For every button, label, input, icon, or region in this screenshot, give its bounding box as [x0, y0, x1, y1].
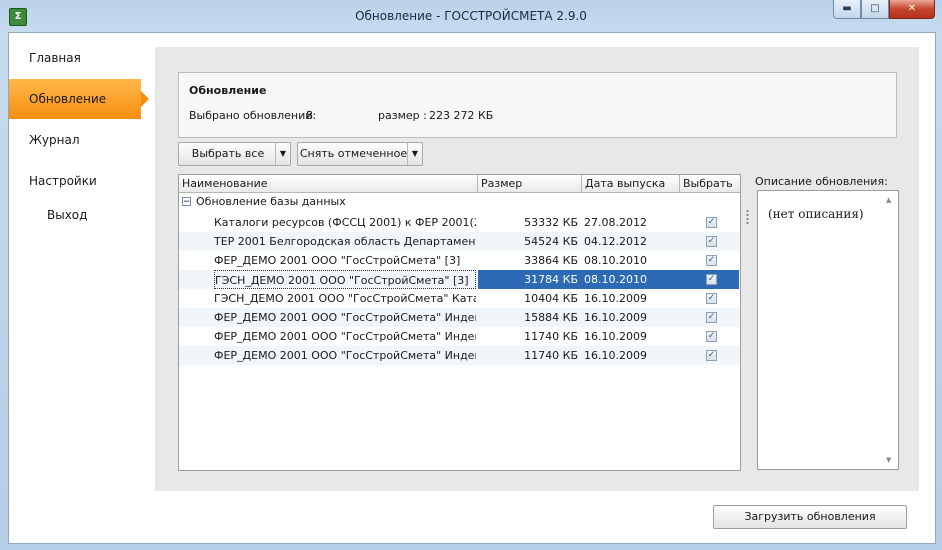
row-name-cell: Каталоги ресурсов (ФССЦ 2001) к ФЕР 2001… — [214, 216, 476, 229]
sidebar-item-settings[interactable]: Настройки — [9, 161, 141, 201]
summary-title: Обновление — [189, 84, 267, 97]
column-size-header[interactable]: Размер — [478, 175, 582, 192]
row-name-cell: ФЕР_ДЕМО 2001 ООО "ГосСтройСмета" Индекс… — [214, 330, 476, 343]
update-summary: Обновление Выбрано обновлений: 8 размер … — [178, 72, 897, 138]
unselect-button[interactable]: Снять отмеченное ▼ — [297, 142, 423, 166]
row-date-cell: 08.10.2010 — [584, 254, 647, 267]
sidebar: Главная Обновление Журнал Настройки Выхо… — [9, 33, 149, 543]
description-scrollbar[interactable]: ▲ ▼ — [885, 192, 897, 468]
update-panel: Обновление Выбрано обновлений: 8 размер … — [155, 47, 919, 491]
row-select-checkbox[interactable]: ✓ — [706, 255, 717, 266]
column-select-header[interactable]: Выбрать — [680, 175, 740, 192]
minimize-button[interactable]: ▬ — [833, 0, 861, 19]
table-row[interactable]: ФЕР_ДЕМО 2001 ООО "ГосСтройСмета" Индекс… — [179, 327, 740, 346]
window-title: Обновление - ГОССТРОЙСМЕТА 2.9.0 — [355, 9, 587, 23]
row-date-cell: 08.10.2010 — [584, 273, 647, 286]
row-select-checkbox[interactable]: ✓ — [706, 217, 717, 228]
row-size-cell: 10404 КБ — [524, 292, 578, 305]
sidebar-item-update[interactable]: Обновление — [9, 79, 149, 119]
row-date-cell: 16.10.2009 — [584, 349, 647, 362]
unselect-dropdown-icon[interactable]: ▼ — [407, 143, 422, 165]
table-row[interactable]: ФЕР_ДЕМО 2001 ООО "ГосСтройСмета" Индекс… — [179, 346, 740, 365]
column-date-header[interactable]: Дата выпуска — [582, 175, 680, 192]
description-box[interactable]: (нет описания) ▲ ▼ — [757, 190, 899, 470]
select-all-button[interactable]: Выбрать все ▼ — [178, 142, 291, 166]
group-row[interactable]: − Обновление базы данных — [179, 193, 740, 210]
unselect-label: Снять отмеченное — [299, 147, 408, 160]
scroll-down-icon[interactable]: ▼ — [886, 456, 891, 464]
row-date-cell: 16.10.2009 — [584, 292, 647, 305]
row-select-checkbox[interactable]: ✓ — [706, 312, 717, 323]
row-size-cell: 11740 КБ — [524, 349, 578, 362]
select-all-dropdown-icon[interactable]: ▼ — [275, 143, 290, 165]
description-text: (нет описания) — [768, 207, 864, 221]
row-name-cell: ГЭСН_ДЕМО 2001 ООО "ГосСтройСмета" [3] — [214, 270, 476, 289]
size-label: размер : — [378, 109, 427, 122]
row-size-cell: 11740 КБ — [524, 330, 578, 343]
maximize-button[interactable]: □ — [861, 0, 889, 19]
table-row[interactable]: ГЭСН_ДЕМО 2001 ООО "ГосСтройСмета" [3] 31… — [179, 270, 740, 289]
row-date-cell: 16.10.2009 — [584, 311, 647, 324]
row-size-cell: 15884 КБ — [524, 311, 578, 324]
app-window: Σ Обновление - ГОССТРОЙСМЕТА 2.9.0 ▬ □ ✕… — [0, 0, 942, 550]
select-all-label: Выбрать все — [191, 147, 265, 160]
row-name-cell: ФЕР_ДЕМО 2001 ООО "ГосСтройСмета" Индекс… — [214, 349, 476, 362]
row-select-checkbox[interactable]: ✓ — [706, 274, 717, 285]
group-label: Обновление базы данных — [196, 195, 346, 208]
row-name-cell: ФЕР_ДЕМО 2001 ООО "ГосСтройСмета" [3] — [214, 254, 461, 267]
title-bar[interactable]: Σ Обновление - ГОССТРОЙСМЕТА 2.9.0 ▬ □ ✕ — [0, 0, 942, 32]
grid-header: Наименование Размер Дата выпуска Выбрать — [179, 175, 740, 193]
scroll-up-icon[interactable]: ▲ — [886, 196, 891, 204]
row-select-checkbox[interactable]: ✓ — [706, 350, 717, 361]
row-size-cell: 31784 КБ — [524, 273, 578, 286]
sidebar-item-exit[interactable]: Выход — [47, 208, 87, 222]
row-size-cell: 54524 КБ — [524, 235, 578, 248]
table-row[interactable]: ГЭСН_ДЕМО 2001 ООО "ГосСтройСмета" Катал… — [179, 289, 740, 308]
table-row[interactable]: ФЕР_ДЕМО 2001 ООО "ГосСтройСмета" [3] 338… — [179, 251, 740, 270]
client-area: Главная Обновление Журнал Настройки Выхо… — [8, 32, 936, 544]
sidebar-item-journal[interactable]: Журнал — [9, 120, 141, 160]
updates-grid: Наименование Размер Дата выпуска Выбрать… — [178, 174, 741, 471]
splitter-grip-icon[interactable] — [746, 187, 749, 247]
collapse-icon[interactable]: − — [182, 197, 191, 207]
window-controls: ▬ □ ✕ — [833, 0, 935, 20]
row-name-cell: ТЕР 2001 Белгородская область Департамен… — [214, 235, 476, 248]
sidebar-item-home[interactable]: Главная — [9, 38, 141, 78]
row-size-cell: 33864 КБ — [524, 254, 578, 267]
row-name-cell: ФЕР_ДЕМО 2001 ООО "ГосСтройСмета" Индекс… — [214, 311, 476, 324]
splitter-handle[interactable] — [746, 187, 749, 247]
close-button[interactable]: ✕ — [889, 0, 935, 19]
row-select-checkbox[interactable]: ✓ — [706, 331, 717, 342]
description-label: Описание обновления: — [755, 175, 888, 188]
row-date-cell: 16.10.2009 — [584, 330, 647, 343]
row-date-cell: 04.12.2012 — [584, 235, 647, 248]
table-row[interactable]: ФЕР_ДЕМО 2001 ООО "ГосСтройСмета" Индекс… — [179, 308, 740, 327]
load-updates-button[interactable]: Загрузить обновления — [713, 505, 907, 529]
row-name-cell: ГЭСН_ДЕМО 2001 ООО "ГосСтройСмета" Катал… — [214, 292, 476, 305]
row-select-checkbox[interactable]: ✓ — [706, 293, 717, 304]
table-row[interactable]: ТЕР 2001 Белгородская область Департамен… — [179, 232, 740, 251]
size-value: 223 272 КБ — [429, 109, 494, 122]
selected-count-value: 8 — [306, 109, 313, 122]
row-select-checkbox[interactable]: ✓ — [706, 236, 717, 247]
column-name-header[interactable]: Наименование — [179, 175, 478, 192]
table-row[interactable]: Каталоги ресурсов (ФССЦ 2001) к ФЕР 2001… — [179, 213, 740, 232]
row-size-cell: 53332 КБ — [524, 216, 578, 229]
row-date-cell: 27.08.2012 — [584, 216, 647, 229]
selected-count-label: Выбрано обновлений: — [189, 109, 317, 122]
